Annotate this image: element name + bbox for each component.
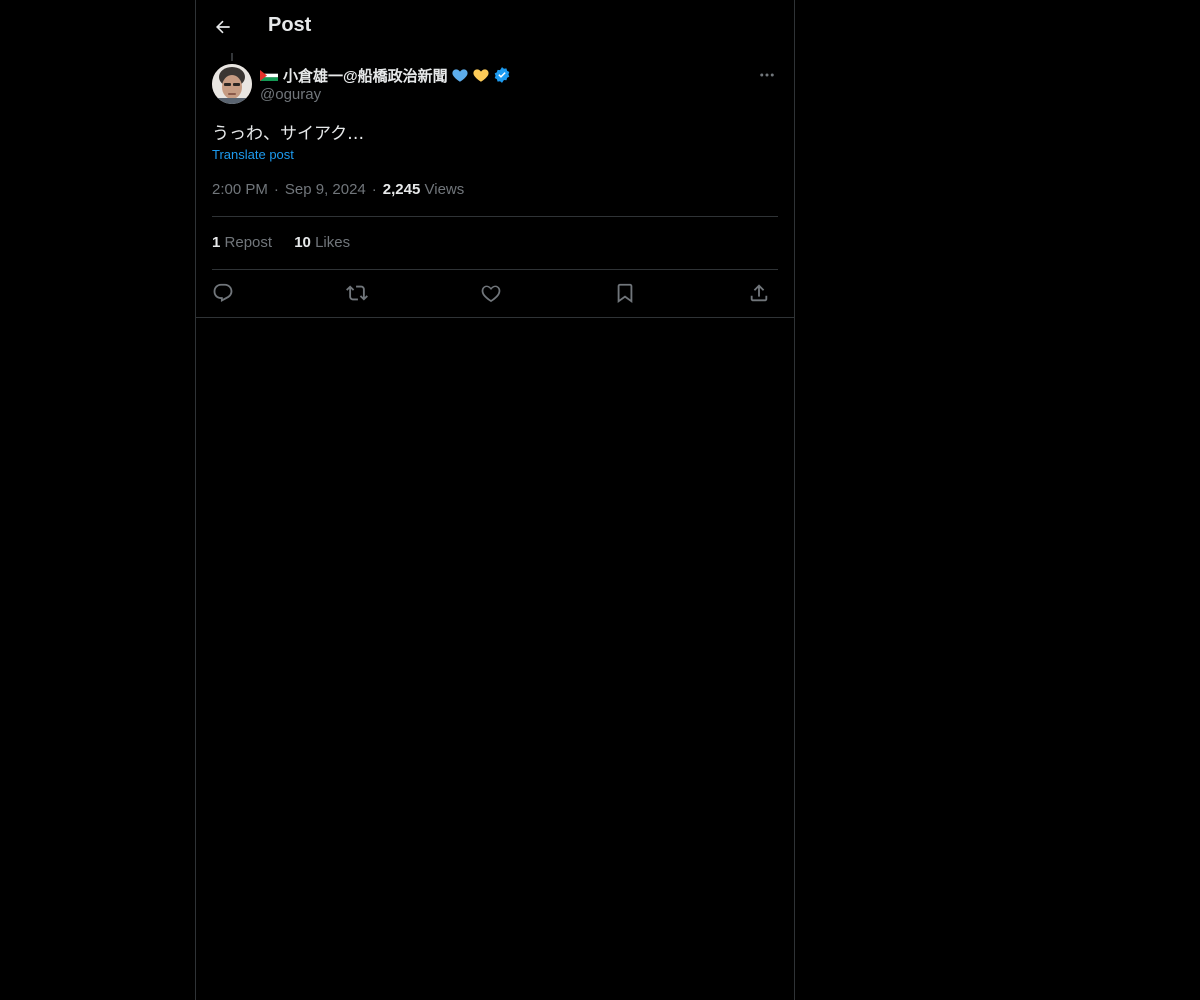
post-meta: 2:00 PM · Sep 9, 2024 · 2,245 Views <box>212 181 464 198</box>
post-stats: 1 Repost 10 Likes <box>212 234 368 251</box>
avatar-image <box>212 64 252 104</box>
action-bar <box>212 280 778 306</box>
reposts-count: 1 <box>212 234 221 251</box>
avatar[interactable] <box>212 64 252 104</box>
share-button[interactable] <box>746 280 772 306</box>
reposts-label: Repost <box>224 234 273 251</box>
back-button[interactable] <box>208 12 238 42</box>
translate-post-link[interactable]: Translate post <box>212 147 294 162</box>
yellow-heart-icon <box>473 69 489 82</box>
post-time[interactable]: 2:00 PM <box>212 181 268 198</box>
divider <box>212 216 778 217</box>
author-name-row[interactable]: 小倉雄一@船橋政治新聞 <box>260 65 511 85</box>
separator-dot: · <box>273 181 279 198</box>
reply-icon <box>213 283 233 302</box>
page-title: Post <box>268 14 312 36</box>
header: Post <box>196 0 794 53</box>
post-column: Post 小倉雄一@船橋政治新聞 @oguray うっわ、サイアク… Trans… <box>195 0 795 1000</box>
likes-count: 10 <box>294 234 311 251</box>
author-handle[interactable]: @oguray <box>260 86 321 103</box>
palestine-flag-icon <box>260 69 278 81</box>
post-text: うっわ、サイアク… <box>212 124 365 144</box>
like-button[interactable] <box>478 280 504 306</box>
bookmark-icon <box>617 283 633 304</box>
post-date[interactable]: Sep 9, 2024 <box>285 181 366 198</box>
likes-stat[interactable]: 10 Likes <box>294 234 350 251</box>
separator-dot: · <box>371 181 377 198</box>
divider <box>212 269 778 270</box>
views-label: Views <box>424 181 465 198</box>
verified-badge-icon <box>494 67 509 83</box>
repost-button[interactable] <box>344 280 370 306</box>
arrow-left-icon <box>216 20 230 34</box>
more-icon <box>760 73 774 77</box>
reposts-stat[interactable]: 1 Repost <box>212 234 272 251</box>
bookmark-button[interactable] <box>612 280 638 306</box>
thread-line <box>231 53 233 61</box>
author-display-name: 小倉雄一@船橋政治新聞 <box>283 67 448 85</box>
repost-icon <box>346 285 368 301</box>
blue-heart-icon <box>452 69 468 82</box>
reply-button[interactable] <box>210 280 236 306</box>
more-options-button[interactable] <box>754 64 780 86</box>
likes-label: Likes <box>315 234 351 251</box>
post-bottom-border <box>196 317 794 318</box>
share-icon <box>750 284 768 302</box>
like-icon <box>481 285 501 303</box>
views-count: 2,245 <box>382 181 421 198</box>
